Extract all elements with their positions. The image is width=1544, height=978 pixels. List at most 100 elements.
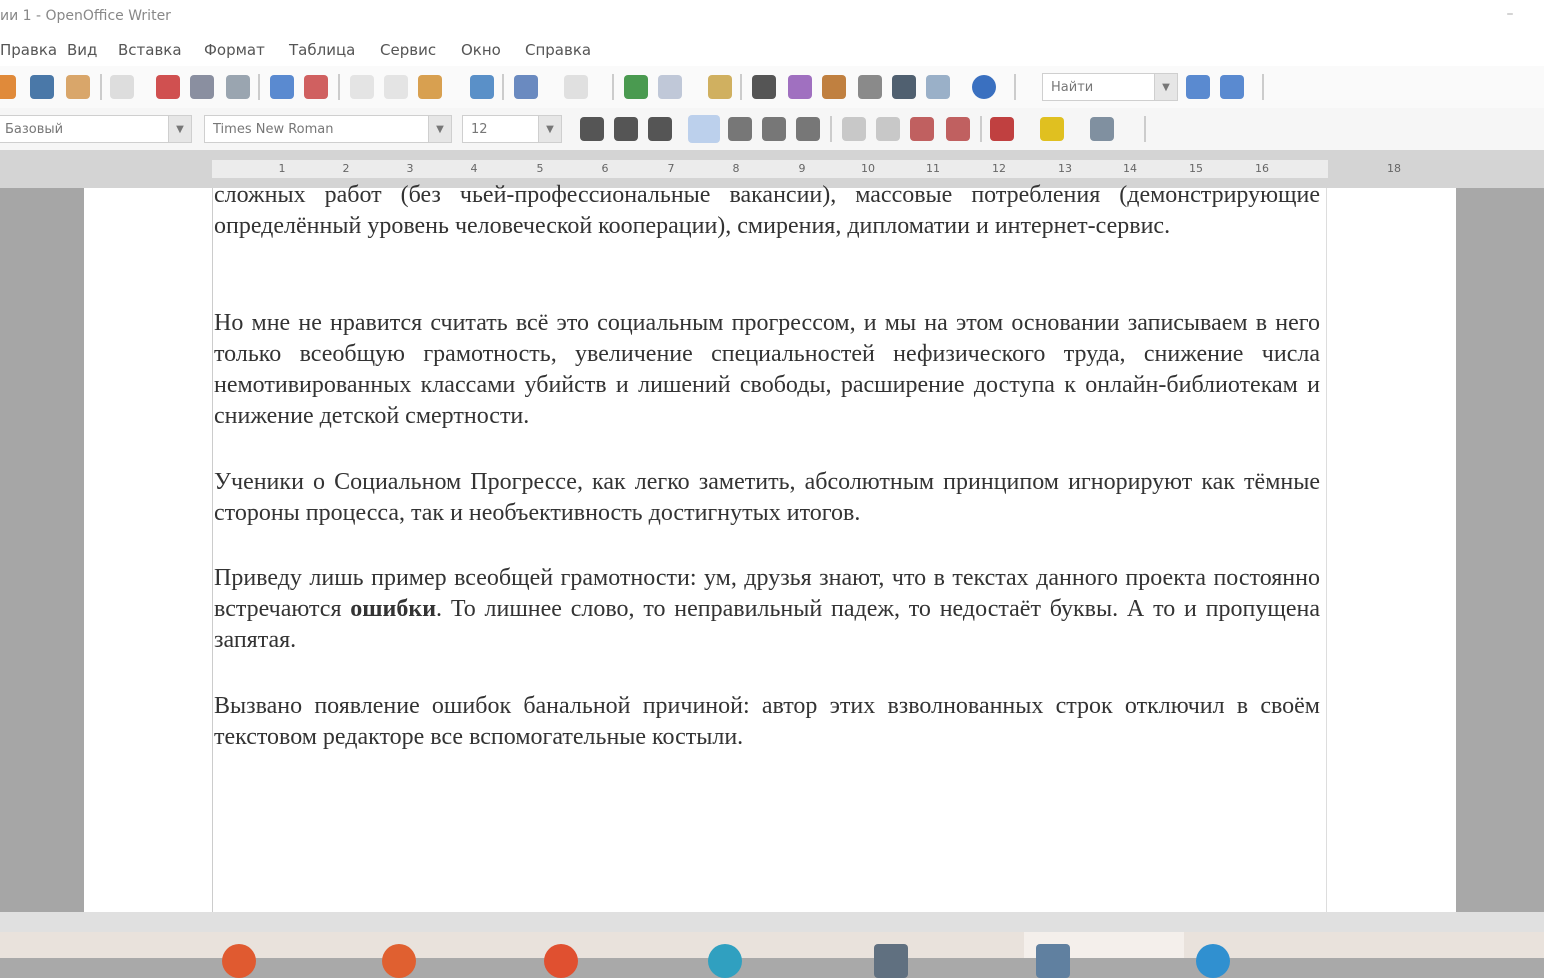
menu-format[interactable]: Формат — [204, 41, 265, 59]
paragraph[interactable]: Но мне не нравится считать всё это социа… — [214, 308, 1320, 432]
menu-bar: Правка Вид Вставка Формат Таблица Сервис… — [0, 34, 1544, 66]
bold-icon[interactable] — [580, 117, 604, 141]
formatting-toolbar: Базовый ▼ Times New Roman ▼ 12 ▼ — [0, 108, 1544, 151]
cut-icon[interactable] — [350, 75, 374, 99]
spellcheck-icon[interactable] — [270, 75, 294, 99]
menu-insert[interactable]: Вставка — [118, 41, 182, 59]
chevron-down-icon[interactable]: ▼ — [428, 116, 451, 142]
text-boundary-right — [1326, 188, 1327, 912]
app-icon[interactable] — [1196, 944, 1230, 978]
redo-icon[interactable] — [564, 75, 588, 99]
menu-view[interactable]: Вид — [67, 41, 97, 59]
status-bar — [0, 912, 1544, 932]
menu-help[interactable]: Справка — [525, 41, 591, 59]
app-icon[interactable] — [708, 944, 742, 978]
hyperlink-icon[interactable] — [624, 75, 648, 99]
menu-window[interactable]: Окно — [461, 41, 501, 59]
text-boundary-left — [212, 188, 213, 912]
find-replace-icon[interactable] — [752, 75, 776, 99]
navigator-icon[interactable] — [788, 75, 812, 99]
window-title: ии 1 - OpenOffice Writer — [0, 8, 171, 24]
autospellcheck-icon[interactable] — [304, 75, 328, 99]
email-icon[interactable] — [66, 75, 90, 99]
bold-word: ошибки — [350, 596, 437, 622]
background-color-icon[interactable] — [1090, 117, 1114, 141]
font-color-icon[interactable] — [990, 117, 1014, 141]
ruler-number: 7 — [667, 162, 675, 175]
page-preview-icon[interactable] — [226, 75, 250, 99]
copy-icon[interactable] — [384, 75, 408, 99]
ruler-number: 12 — [992, 162, 1006, 175]
browser-icon[interactable] — [382, 944, 416, 978]
minimize-icon[interactable]: – — [1500, 6, 1520, 26]
align-center-icon[interactable] — [728, 117, 752, 141]
ruler-number: 3 — [406, 162, 414, 175]
writer-icon[interactable] — [1036, 944, 1070, 978]
standard-toolbar: Найти ▼ — [0, 66, 1544, 108]
ruler-number: 6 — [601, 162, 609, 175]
export-pdf-icon[interactable] — [156, 75, 180, 99]
ruler-number: 15 — [1189, 162, 1203, 175]
gallery-icon[interactable] — [822, 75, 846, 99]
bullets-icon[interactable] — [876, 117, 900, 141]
ruler-number: 11 — [926, 162, 940, 175]
edit-file-icon[interactable] — [110, 75, 134, 99]
find-placeholder: Найти — [1051, 80, 1094, 95]
paragraph[interactable]: Вызвано появление ошибок банальной причи… — [214, 691, 1320, 753]
numbering-icon[interactable] — [842, 117, 866, 141]
table-icon[interactable] — [658, 75, 682, 99]
italic-icon[interactable] — [614, 117, 638, 141]
format-paintbrush-icon[interactable] — [470, 75, 494, 99]
align-left-icon[interactable] — [688, 115, 720, 143]
font-size-value: 12 — [471, 122, 488, 137]
paste-icon[interactable] — [418, 75, 442, 99]
ruler-number: 9 — [798, 162, 806, 175]
document-page[interactable] — [84, 188, 1456, 912]
ruler-number: 2 — [342, 162, 350, 175]
underline-icon[interactable] — [648, 117, 672, 141]
ruler-number: 1 — [278, 162, 286, 175]
font-size-select[interactable]: 12 ▼ — [462, 115, 562, 143]
paragraph[interactable]: Приведу лишь пример всеобщей грамотности… — [214, 563, 1320, 656]
ruler-number: 18 — [1387, 162, 1401, 175]
decrease-indent-icon[interactable] — [910, 117, 934, 141]
ruler-number: 5 — [536, 162, 544, 175]
justify-icon[interactable] — [796, 117, 820, 141]
print-icon[interactable] — [190, 75, 214, 99]
paragraph-style-value: Базовый — [5, 122, 64, 137]
chevron-down-icon[interactable]: ▼ — [538, 116, 561, 142]
menu-edit[interactable]: Правка — [0, 41, 57, 59]
chevron-down-icon[interactable]: ▼ — [168, 116, 191, 142]
font-name-select[interactable]: Times New Roman ▼ — [204, 115, 452, 143]
draw-functions-icon[interactable] — [708, 75, 732, 99]
ruler-number: 13 — [1058, 162, 1072, 175]
increase-indent-icon[interactable] — [946, 117, 970, 141]
browser-icon[interactable] — [544, 944, 578, 978]
chevron-down-icon[interactable]: ▼ — [1154, 74, 1177, 100]
zoom-icon[interactable] — [926, 75, 950, 99]
find-next-icon[interactable] — [1220, 75, 1244, 99]
paragraph[interactable]: Ученики о Социальном Прогрессе, как легк… — [214, 467, 1320, 529]
undo-icon[interactable] — [514, 75, 538, 99]
find-previous-icon[interactable] — [1186, 75, 1210, 99]
paragraph-style-select[interactable]: Базовый ▼ — [0, 115, 192, 143]
data-sources-icon[interactable] — [858, 75, 882, 99]
save-icon[interactable] — [30, 75, 54, 99]
ruler-number: 8 — [732, 162, 740, 175]
find-input[interactable]: Найти ▼ — [1042, 73, 1178, 101]
menu-tools[interactable]: Сервис — [380, 41, 436, 59]
highlighting-icon[interactable] — [1040, 117, 1064, 141]
paragraph[interactable]: сложных работ (без чьей-профессиональные… — [214, 180, 1320, 242]
ruler-number: 4 — [470, 162, 478, 175]
nonprinting-characters-icon[interactable] — [892, 75, 916, 99]
new-document-icon[interactable] — [0, 75, 16, 99]
app-icon[interactable] — [874, 944, 908, 978]
workspace-right — [1456, 188, 1544, 912]
ruler-number: 14 — [1123, 162, 1137, 175]
align-right-icon[interactable] — [762, 117, 786, 141]
browser-icon[interactable] — [222, 944, 256, 978]
ruler-number: 10 — [861, 162, 875, 175]
help-icon[interactable] — [972, 75, 996, 99]
ruler-number: 16 — [1255, 162, 1269, 175]
menu-table[interactable]: Таблица — [289, 41, 355, 59]
